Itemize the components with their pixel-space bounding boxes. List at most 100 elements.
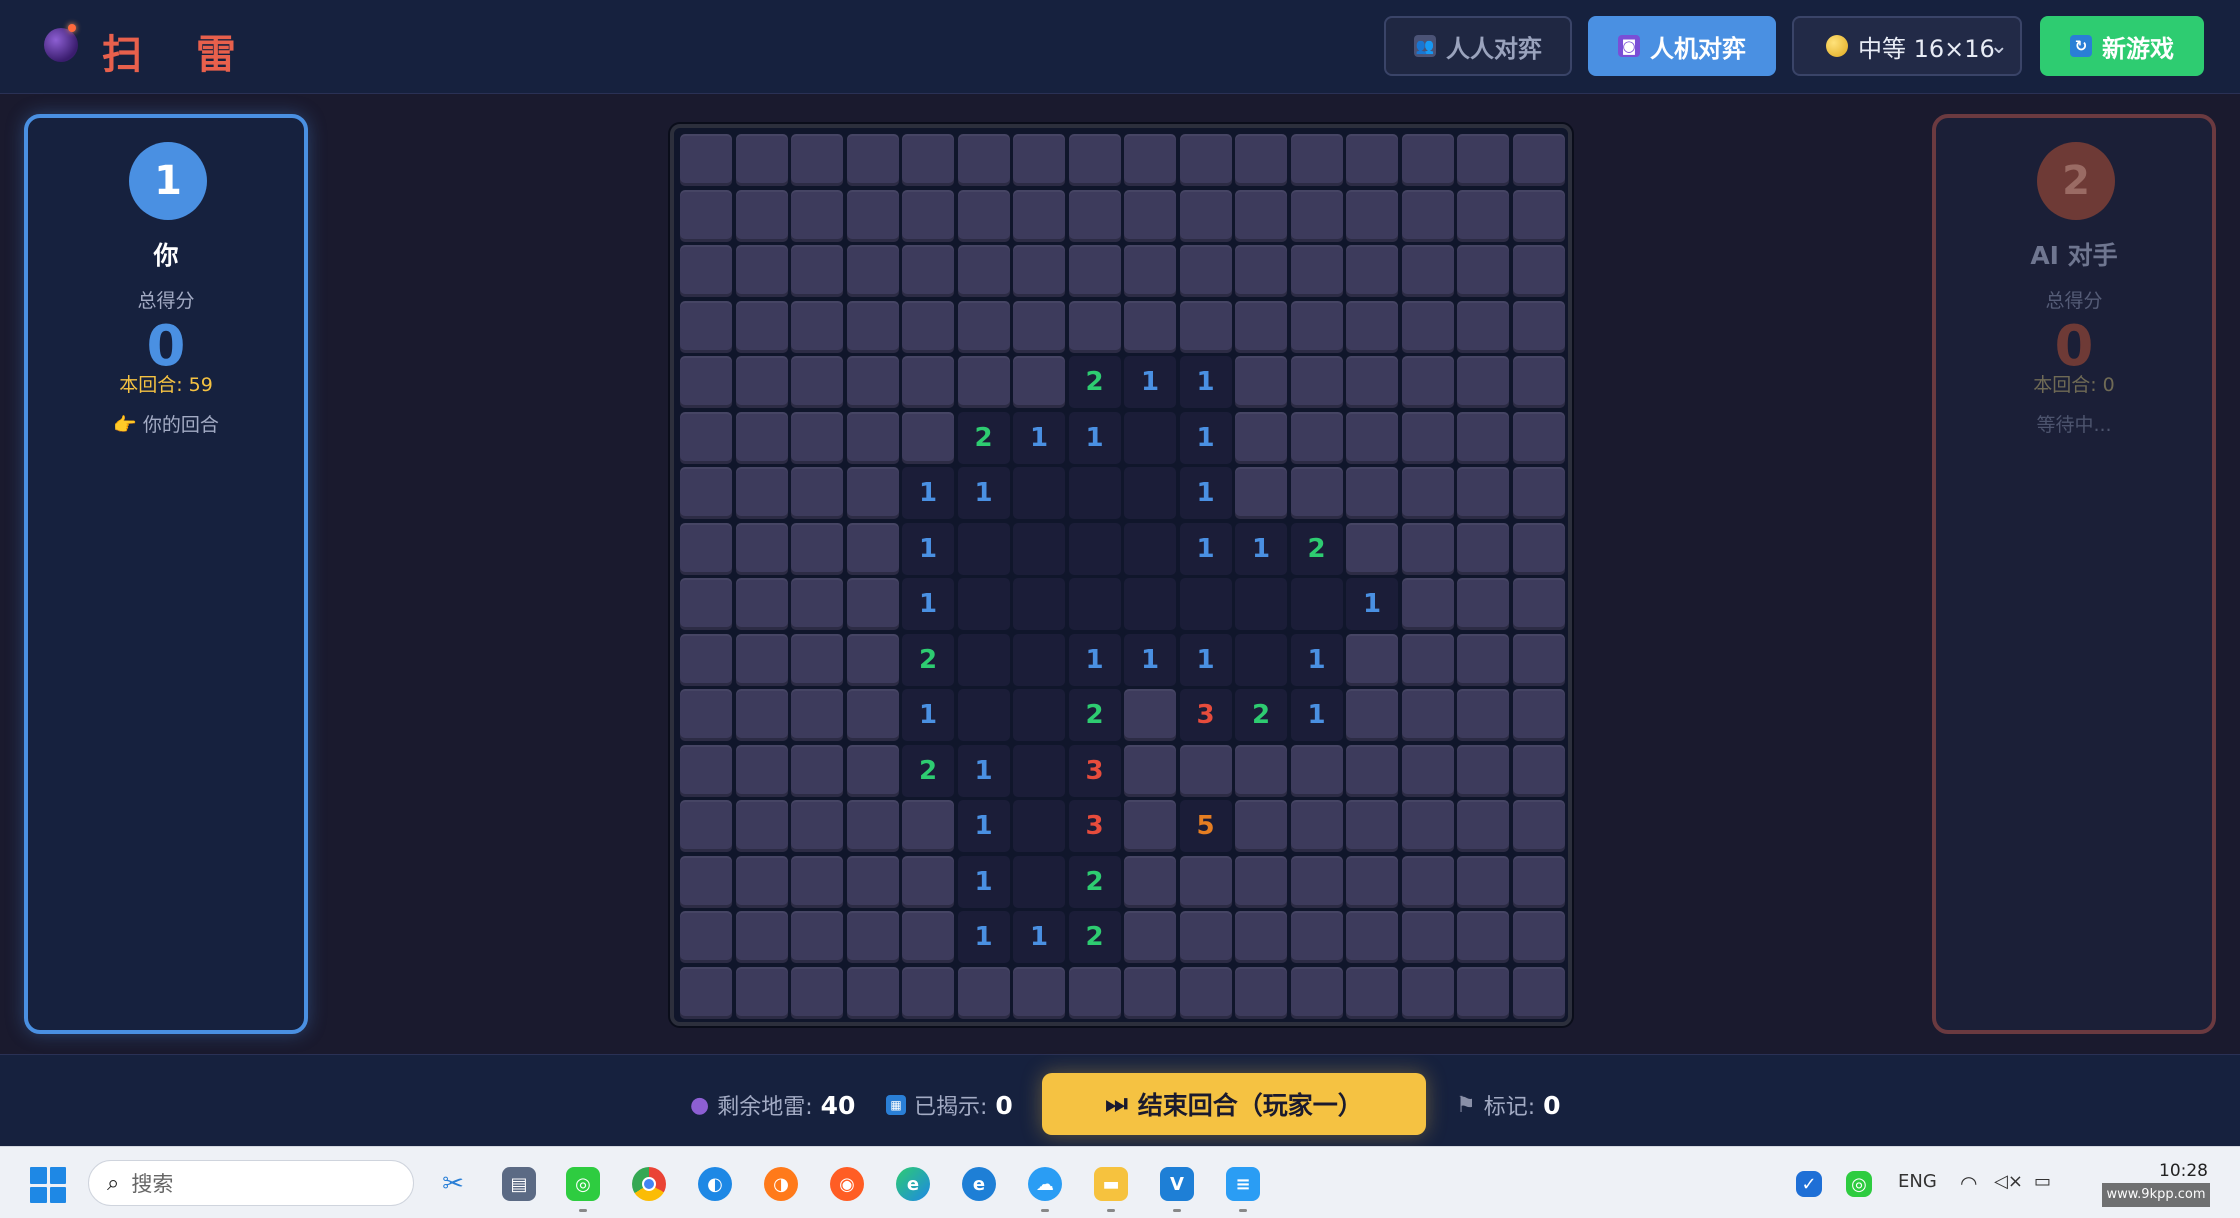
board-cell[interactable]: [1457, 356, 1509, 408]
board-cell[interactable]: [1457, 578, 1509, 630]
board-cell[interactable]: [680, 578, 732, 630]
board-cell[interactable]: [1346, 467, 1398, 519]
board-cell[interactable]: [1124, 300, 1176, 353]
board-cell[interactable]: [1512, 522, 1565, 575]
volume-muted-icon[interactable]: ◁×: [1994, 1171, 2023, 1192]
board-cell[interactable]: [1179, 911, 1232, 963]
board-cell[interactable]: [791, 966, 843, 1019]
board-cell[interactable]: [1457, 300, 1509, 353]
board-cell[interactable]: [1179, 300, 1232, 353]
board-cell[interactable]: [680, 134, 732, 186]
board-cell[interactable]: [1235, 189, 1287, 242]
board-cell[interactable]: [902, 300, 954, 353]
board-cell[interactable]: [1124, 189, 1176, 242]
board-cell[interactable]: [1290, 411, 1343, 464]
board-cell[interactable]: [735, 578, 788, 630]
board-cell[interactable]: [902, 966, 954, 1019]
board-cell[interactable]: [902, 411, 954, 464]
board-cell[interactable]: [1235, 356, 1287, 408]
board-cell[interactable]: [1290, 966, 1343, 1019]
board-cell[interactable]: [1068, 300, 1121, 353]
board-cell[interactable]: [1124, 800, 1176, 852]
board-cell[interactable]: [735, 633, 788, 686]
board-cell[interactable]: [735, 300, 788, 353]
chrome-icon[interactable]: [632, 1167, 666, 1201]
board-cell[interactable]: [1457, 800, 1509, 852]
board-cell[interactable]: [1401, 800, 1454, 852]
board-cell[interactable]: [1457, 134, 1509, 186]
board-cell[interactable]: [1346, 189, 1398, 242]
clock-time[interactable]: 10:28: [2128, 1161, 2208, 1181]
board-cell[interactable]: [791, 800, 843, 852]
board-cell[interactable]: [1290, 189, 1343, 242]
board-cell[interactable]: [1235, 911, 1287, 963]
board-cell[interactable]: [1457, 467, 1509, 519]
pvp-mode-button[interactable]: 👥 人人对弈: [1384, 16, 1572, 76]
board-cell[interactable]: [1179, 245, 1232, 297]
board-cell[interactable]: [791, 522, 843, 575]
board-cell[interactable]: [1290, 245, 1343, 297]
board-cell[interactable]: [1401, 134, 1454, 186]
board-cell[interactable]: [1401, 744, 1454, 797]
board-cell[interactable]: [735, 411, 788, 464]
board-cell[interactable]: [1346, 855, 1398, 908]
board-cell[interactable]: [1179, 134, 1232, 186]
board-cell[interactable]: [1346, 411, 1398, 464]
board-cell[interactable]: [1401, 189, 1454, 242]
board-cell[interactable]: [1290, 356, 1343, 408]
board-cell[interactable]: [1346, 633, 1398, 686]
board-cell[interactable]: [1124, 689, 1176, 741]
end-turn-button[interactable]: ⏭ 结束回合（玩家一）: [1042, 1073, 1426, 1135]
board-cell[interactable]: [846, 911, 899, 963]
board-cell[interactable]: [791, 911, 843, 963]
board-cell[interactable]: [1346, 245, 1398, 297]
security-shield-icon[interactable]: ✓: [1796, 1171, 1822, 1197]
board-cell[interactable]: [1457, 966, 1509, 1019]
board-cell[interactable]: [1457, 855, 1509, 908]
board-cell[interactable]: [1179, 189, 1232, 242]
board-cell[interactable]: [1013, 300, 1065, 353]
board-cell[interactable]: [846, 744, 899, 797]
board-cell[interactable]: [1235, 744, 1287, 797]
file-explorer-icon[interactable]: ▬: [1094, 1167, 1128, 1201]
board-cell[interactable]: [1068, 245, 1121, 297]
board-cell[interactable]: [1346, 356, 1398, 408]
board-cell[interactable]: [1512, 411, 1565, 464]
board-cell[interactable]: [1512, 633, 1565, 686]
board-cell[interactable]: [680, 966, 732, 1019]
board-cell[interactable]: [1235, 800, 1287, 852]
board-cell[interactable]: [735, 689, 788, 741]
board-cell[interactable]: [735, 855, 788, 908]
board-cell[interactable]: [1401, 300, 1454, 353]
board-cell[interactable]: [1346, 689, 1398, 741]
board-cell[interactable]: [1346, 300, 1398, 353]
wifi-icon[interactable]: ◠: [1960, 1171, 1977, 1195]
board-cell[interactable]: [902, 189, 954, 242]
board-cell[interactable]: [846, 578, 899, 630]
board-cell[interactable]: [791, 356, 843, 408]
board-cell[interactable]: [1290, 911, 1343, 963]
browser-icon[interactable]: ◐: [698, 1167, 732, 1201]
board-cell[interactable]: [680, 633, 732, 686]
board-cell[interactable]: [1346, 744, 1398, 797]
board-cell[interactable]: [1512, 855, 1565, 908]
board-cell[interactable]: [1124, 744, 1176, 797]
board-cell[interactable]: [791, 245, 843, 297]
board-cell[interactable]: [735, 245, 788, 297]
board-cell[interactable]: [1512, 245, 1565, 297]
board-cell[interactable]: [1013, 134, 1065, 186]
language-indicator[interactable]: ENG: [1898, 1171, 1937, 1192]
board-cell[interactable]: [846, 134, 899, 186]
board-cell[interactable]: [1290, 744, 1343, 797]
board-cell[interactable]: [1235, 300, 1287, 353]
board-cell[interactable]: [1068, 134, 1121, 186]
board-cell[interactable]: [1013, 966, 1065, 1019]
board-cell[interactable]: [680, 689, 732, 741]
board-cell[interactable]: [902, 134, 954, 186]
board-cell[interactable]: [680, 744, 732, 797]
board-cell[interactable]: [735, 800, 788, 852]
board-cell[interactable]: [846, 966, 899, 1019]
board-cell[interactable]: [1068, 189, 1121, 242]
board-cell[interactable]: [735, 134, 788, 186]
board-cell[interactable]: [957, 356, 1010, 408]
